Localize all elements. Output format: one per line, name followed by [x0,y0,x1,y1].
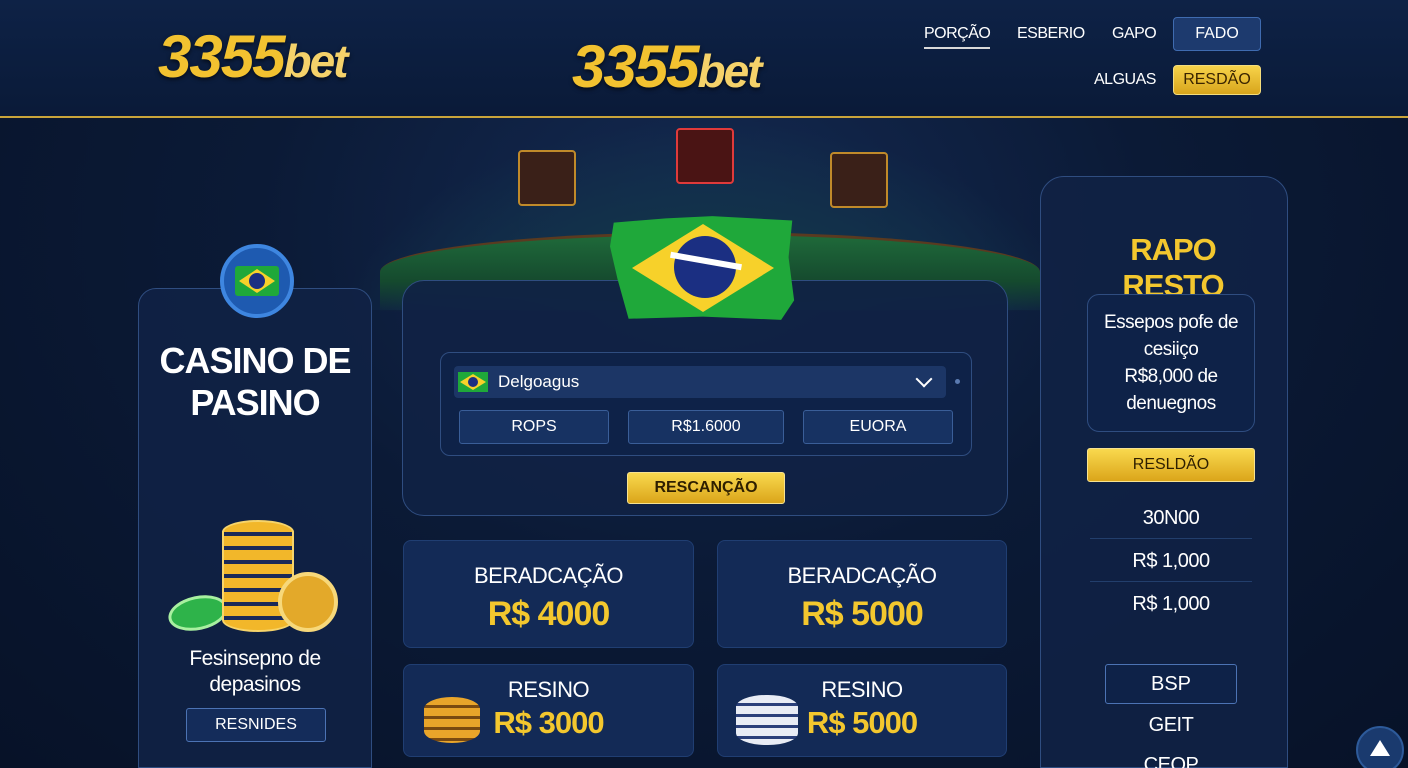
country-select[interactable]: Delgoagus [454,366,946,398]
promo-info-box: Essepos pofe de cesiiço R$8,000 de denue… [1087,294,1255,432]
bsp-button[interactable]: BSP [1105,664,1237,704]
caption-line: depasinos [209,673,301,696]
bonus-card[interactable]: RESINO R$ 5000 [717,664,1007,757]
bonus-card[interactable]: RESINO R$ 3000 [403,664,694,757]
caption-line: Fesinsepno de [189,647,321,670]
info-line: cesiiço [1143,339,1199,360]
slot-machine-icon [830,152,888,208]
slot-machine-icon [676,128,734,184]
bonus-card[interactable]: BERADCAÇÃO R$ 4000 [403,540,694,648]
info-line: R$8,000 de [1124,366,1218,387]
card-value: R$ 5000 [806,705,918,740]
nav-item-esberio[interactable]: ESBERIO [1017,25,1085,43]
gold-chip-icon [278,572,338,632]
footer-link[interactable]: GEIT [1090,714,1252,737]
title-line: PASINO [190,382,320,423]
card-title: BERADCAÇÃO [473,563,624,588]
card-value: R$ 4000 [487,595,611,633]
logo-bet: bet [697,45,762,97]
submit-deposit-button[interactable]: RESCANÇÃO [627,472,785,504]
footer-link[interactable]: CEOP [1090,754,1252,768]
brand-logo[interactable]: 3355bet [158,22,348,91]
chevron-down-icon [915,370,933,388]
brand-logo-center: 3355bet [572,32,762,101]
casino-title: CASINO DE PASINO [138,340,372,424]
resdao-cta-button[interactable]: RESDÃO [1173,65,1261,95]
brazil-flag-icon [458,372,488,392]
card-value: R$ 5000 [801,595,924,633]
promo-row: R$ 1,000 [1132,593,1210,615]
slot-machine-icon [518,150,576,206]
deposit-caption: Fesinsepno de depasinos [138,646,372,698]
nav-item-porcao[interactable]: PORÇÃO [924,25,991,49]
top-header: 3355bet 3355bet PORÇÃO ESBERIO GAPO FADO… [0,0,1408,118]
promo-row: R$ 1,000 [1090,540,1252,582]
dot-icon [955,379,960,384]
brazil-flag-icon [610,216,795,320]
logo-number: 3355 [572,33,699,100]
logo-number: 3355 [158,23,285,90]
option-euora-button[interactable]: EUORA [803,410,953,444]
card-title: BERADCAÇÃO [787,563,937,588]
bonus-card[interactable]: BERADCAÇÃO R$ 5000 [717,540,1007,648]
resldao-button[interactable]: RESLDÃO [1087,448,1255,482]
scroll-to-top-button[interactable] [1356,726,1404,768]
info-line: Essepos pofe de [1103,312,1239,333]
resnides-button[interactable]: RESNIDES [186,708,326,742]
fado-button[interactable]: FADO [1173,17,1261,51]
card-title: RESINO [821,677,903,702]
logo-bet: bet [283,35,348,87]
arrow-up-icon [1370,740,1390,756]
info-line: denuegnos [1126,393,1216,414]
country-select-value: Delgoagus [498,372,580,391]
nav-item-alguas[interactable]: ALGUAS [1094,71,1156,89]
card-title: RESINO [507,677,590,702]
option-amount-button[interactable]: R$1.6000 [628,410,784,444]
brazil-badge-icon [220,244,294,318]
title-line: CASINO DE [159,340,351,381]
promo-row: 30N00 [1090,497,1252,539]
card-value: R$ 3000 [493,705,604,740]
option-rops-button[interactable]: ROPS [459,410,609,444]
nav-item-gapo[interactable]: GAPO [1112,25,1157,43]
